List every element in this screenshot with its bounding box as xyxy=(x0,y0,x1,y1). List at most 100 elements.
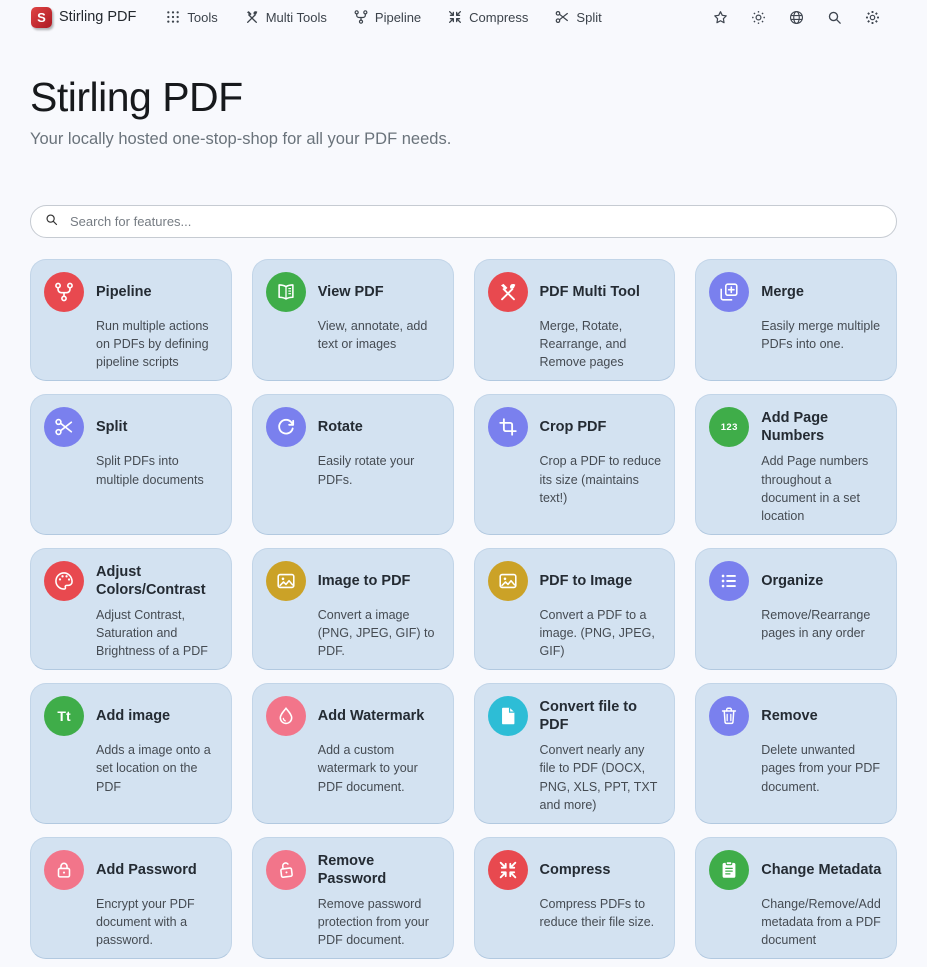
card-title: PDF to Image xyxy=(540,572,662,590)
card-pdf-to-image[interactable]: PDF to Image Convert a PDF to a image. (… xyxy=(474,548,676,670)
card-image-to-pdf[interactable]: Image to PDF Convert a image (PNG, JPEG,… xyxy=(252,548,454,670)
card-convert-file-to-pdf[interactable]: Convert file to PDF Convert nearly any f… xyxy=(474,683,676,824)
card-title: Crop PDF xyxy=(540,418,662,436)
page-subtitle: Your locally hosted one-stop-shop for al… xyxy=(30,130,897,149)
file-icon xyxy=(488,696,528,736)
nav-item-pipeline[interactable]: Pipeline xyxy=(353,9,421,25)
card-description: Adds a image onto a set location on the … xyxy=(96,741,218,795)
card-merge[interactable]: Merge Easily merge multiple PDFs into on… xyxy=(695,259,897,381)
globe-icon[interactable] xyxy=(788,9,805,26)
search-icon[interactable] xyxy=(826,9,843,26)
card-description: Encrypt your PDF document with a passwor… xyxy=(96,895,218,949)
card-pdf-multi-tool[interactable]: PDF Multi Tool Merge, Rotate, Rearrange,… xyxy=(474,259,676,381)
compress-icon xyxy=(488,850,528,890)
card-description: View, annotate, add text or images xyxy=(318,317,440,353)
star-icon[interactable] xyxy=(712,9,729,26)
apps-grid-icon xyxy=(165,9,181,25)
brightness-icon[interactable] xyxy=(750,9,767,26)
scissors-icon xyxy=(554,9,570,25)
card-description: Easily rotate your PDFs. xyxy=(318,452,440,488)
multi-tools-icon xyxy=(488,272,528,312)
card-title: Remove xyxy=(761,707,883,725)
card-view-pdf[interactable]: View PDF View, annotate, add text or ima… xyxy=(252,259,454,381)
card-description: Crop a PDF to reduce its size (maintains… xyxy=(540,452,662,506)
stirling-logo-icon: S xyxy=(31,7,52,28)
compress-icon xyxy=(447,9,463,25)
card-add-image[interactable]: Tt Add image Adds a image onto a set loc… xyxy=(30,683,232,824)
card-title: Add Watermark xyxy=(318,707,440,725)
nav-item-label: Tools xyxy=(187,10,217,25)
numbers-123-icon: 123 xyxy=(709,407,749,447)
text-Tt-icon: Tt xyxy=(44,696,84,736)
rotate-icon xyxy=(266,407,306,447)
nav-item-tools[interactable]: Tools xyxy=(165,9,217,25)
card-title: Change Metadata xyxy=(761,861,883,879)
card-title: Pipeline xyxy=(96,283,218,301)
navbar: S Stirling PDF Tools Multi Tools Pipelin… xyxy=(0,0,927,34)
nav-item-label: Split xyxy=(576,10,601,25)
book-open-icon xyxy=(266,272,306,312)
card-crop-pdf[interactable]: Crop PDF Crop a PDF to reduce its size (… xyxy=(474,394,676,535)
trash-icon xyxy=(709,696,749,736)
main-content: Stirling PDF Your locally hosted one-sto… xyxy=(30,74,897,967)
search-icon xyxy=(44,212,59,232)
nav-item-label: Pipeline xyxy=(375,10,421,25)
brand-name: Stirling PDF xyxy=(59,9,136,25)
card-title: Convert file to PDF xyxy=(540,698,662,734)
card-remove-password[interactable]: Remove Password Remove password protecti… xyxy=(252,837,454,959)
card-description: Adjust Contrast, Saturation and Brightne… xyxy=(96,606,218,660)
navbar-right-icons xyxy=(712,9,881,26)
pipeline-icon xyxy=(353,9,369,25)
scissors-icon xyxy=(44,407,84,447)
card-title: Compress xyxy=(540,861,662,879)
card-description: Convert a PDF to a image. (PNG, JPEG, GI… xyxy=(540,606,662,660)
card-description: Delete unwanted pages from your PDF docu… xyxy=(761,741,883,795)
image-icon xyxy=(488,561,528,601)
card-description: Merge, Rotate, Rearrange, and Remove pag… xyxy=(540,317,662,371)
unlock-icon xyxy=(266,850,306,890)
card-change-metadata[interactable]: Change Metadata Change/Remove/Add metada… xyxy=(695,837,897,959)
card-title: Rotate xyxy=(318,418,440,436)
nav-item-multi-tools[interactable]: Multi Tools xyxy=(244,9,327,25)
card-title: Add image xyxy=(96,707,218,725)
card-title: Adjust Colors/Contrast xyxy=(96,563,218,599)
lock-icon xyxy=(44,850,84,890)
nav-item-compress[interactable]: Compress xyxy=(447,9,528,25)
card-remove[interactable]: Remove Delete unwanted pages from your P… xyxy=(695,683,897,824)
merge-icon xyxy=(709,272,749,312)
card-title: View PDF xyxy=(318,283,440,301)
clipboard-icon xyxy=(709,850,749,890)
card-description: Add a custom watermark to your PDF docum… xyxy=(318,741,440,795)
pipeline-icon xyxy=(44,272,84,312)
card-rotate[interactable]: Rotate Easily rotate your PDFs. xyxy=(252,394,454,535)
card-title: Remove Password xyxy=(318,852,440,888)
card-add-watermark[interactable]: Add Watermark Add a custom watermark to … xyxy=(252,683,454,824)
multi-tools-icon xyxy=(244,9,260,25)
card-split[interactable]: Split Split PDFs into multiple documents xyxy=(30,394,232,535)
nav-item-split[interactable]: Split xyxy=(554,9,601,25)
card-description: Easily merge multiple PDFs into one. xyxy=(761,317,883,353)
card-description: Change/Remove/Add metadata from a PDF do… xyxy=(761,895,883,949)
card-adjust-colors-contrast[interactable]: Adjust Colors/Contrast Adjust Contrast, … xyxy=(30,548,232,670)
palette-icon xyxy=(44,561,84,601)
card-description: Remove password protection from your PDF… xyxy=(318,895,440,949)
navbar-menu: Tools Multi Tools Pipeline Compress Spli… xyxy=(165,9,601,25)
card-add-password[interactable]: Add Password Encrypt your PDF document w… xyxy=(30,837,232,959)
card-description: Split PDFs into multiple documents xyxy=(96,452,218,488)
brand[interactable]: S Stirling PDF xyxy=(31,7,136,28)
card-title: Merge xyxy=(761,283,883,301)
card-title: Organize xyxy=(761,572,883,590)
card-title: Split xyxy=(96,418,218,436)
card-add-page-numbers[interactable]: 123 Add Page Numbers Add Page numbers th… xyxy=(695,394,897,535)
search-input[interactable] xyxy=(68,213,883,230)
gear-icon[interactable] xyxy=(864,9,881,26)
crop-icon xyxy=(488,407,528,447)
nav-item-label: Multi Tools xyxy=(266,10,327,25)
card-title: Add Password xyxy=(96,861,218,879)
card-description: Run multiple actions on PDFs by defining… xyxy=(96,317,218,371)
card-compress[interactable]: Compress Compress PDFs to reduce their f… xyxy=(474,837,676,959)
card-organize[interactable]: Organize Remove/Rearrange pages in any o… xyxy=(695,548,897,670)
card-title: Image to PDF xyxy=(318,572,440,590)
card-pipeline[interactable]: Pipeline Run multiple actions on PDFs by… xyxy=(30,259,232,381)
nav-item-label: Compress xyxy=(469,10,528,25)
